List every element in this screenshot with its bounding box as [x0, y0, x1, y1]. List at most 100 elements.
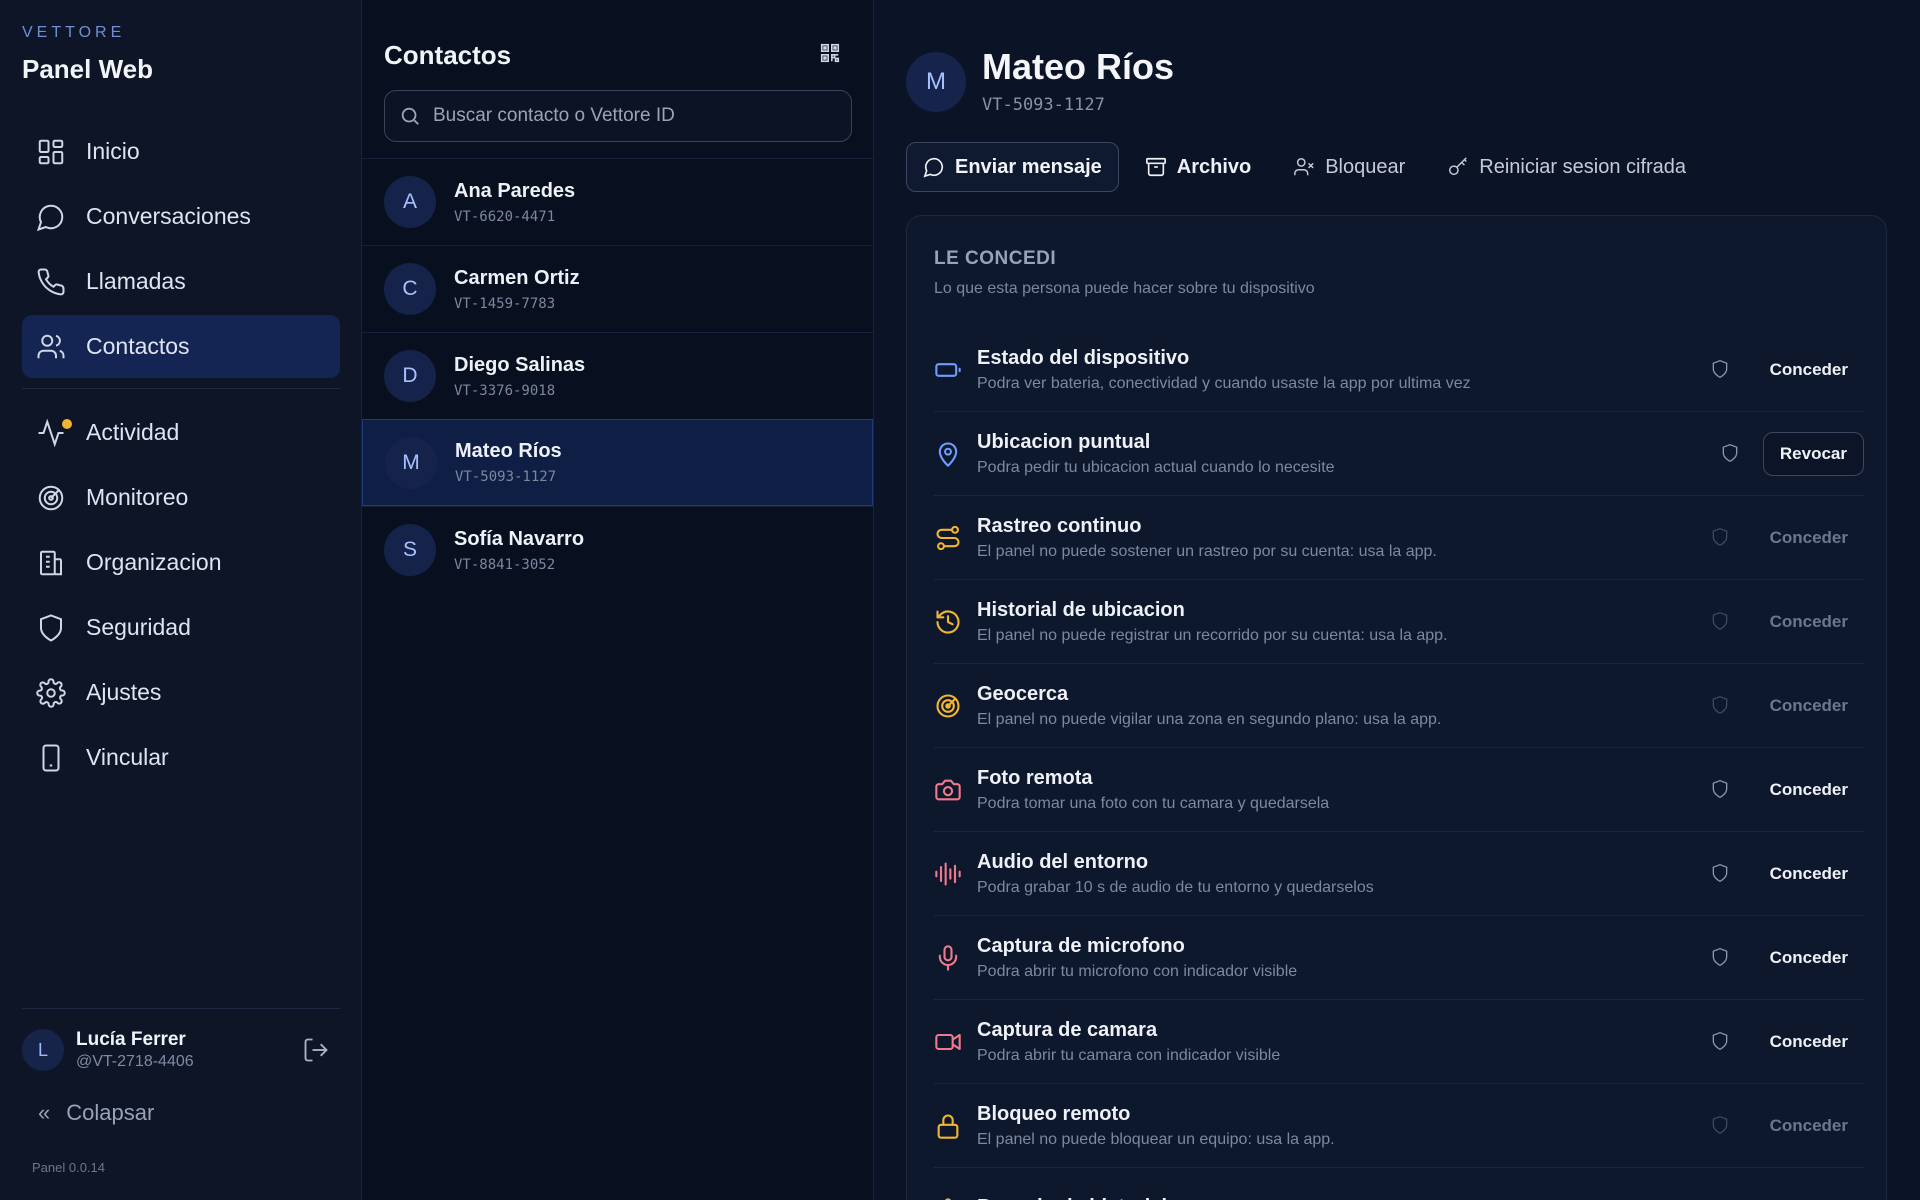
reset-session-label: Reiniciar sesion cifrada [1479, 155, 1687, 178]
sidebar-item-conversaciones[interactable]: Conversaciones [22, 185, 340, 248]
sidebar-item-inicio[interactable]: Inicio [22, 120, 340, 183]
block-label: Bloquear [1325, 155, 1406, 178]
current-user: L Lucía Ferrer @VT-2718-4406 [22, 1027, 340, 1073]
permission-description: Podra abrir tu camara con indicador visi… [977, 1046, 1281, 1064]
user-id: @VT-2718-4406 [76, 1053, 194, 1070]
key-icon [1449, 157, 1468, 176]
notification-dot [62, 419, 72, 429]
avatar: S [384, 524, 436, 576]
archive-label: Archivo [1176, 155, 1252, 178]
contact-item[interactable]: C Carmen Ortiz VT-1459-7783 [362, 245, 873, 332]
version-label: Panel 0.0.14 [32, 1160, 106, 1175]
brand-kicker: VETTORE [22, 24, 126, 41]
send-message-label: Enviar mensaje [955, 155, 1102, 178]
sidebar-item-label: Seguridad [86, 614, 191, 640]
sidebar-item-label: Vincular [86, 744, 169, 770]
revoke-button[interactable]: Revocar [1762, 432, 1864, 476]
contact-detail-id: VT-5093-1127 [982, 95, 1105, 115]
sidebar-item-ajustes[interactable]: Ajustes [22, 661, 340, 724]
grant-button[interactable]: Conceder [1754, 852, 1864, 896]
contact-name: Diego Salinas [454, 353, 586, 376]
sidebar-item-label: Conversaciones [86, 203, 251, 229]
block-button[interactable]: Bloquear [1277, 142, 1421, 192]
permission-title: Bloqueo remoto [977, 1102, 1131, 1125]
sidebar-item-llamadas[interactable]: Llamadas [22, 250, 340, 313]
contact-id: VT-6620-4471 [454, 208, 556, 225]
shield-icon [1712, 359, 1728, 379]
lock-icon [937, 1114, 959, 1139]
contacts-list: A Ana Paredes VT-6620-4471 C Carmen Ortiz… [362, 158, 873, 593]
sidebar-item-monitoreo[interactable]: Monitoreo [22, 466, 340, 529]
qr-code-icon[interactable] [819, 42, 841, 64]
reset-session-button[interactable]: Reiniciar sesion cifrada [1431, 142, 1702, 192]
history-icon [936, 609, 960, 634]
contact-name: Mateo Ríos [455, 440, 562, 462]
contact-item[interactable]: S Sofía Navarro VT-8841-3052 [362, 506, 873, 593]
radar-icon [38, 485, 64, 510]
sidebar-item-label: Llamadas [86, 268, 186, 294]
grant-button: Conceder [1769, 612, 1848, 631]
user-x-icon [1294, 158, 1314, 176]
contacts-title: Contactos [384, 40, 512, 70]
permission-row: Geocerca El panel no puede vigilar una zo… [934, 664, 1864, 748]
warning-icon [944, 1197, 952, 1200]
shield-icon [1712, 527, 1728, 547]
grant-button[interactable]: Conceder [1754, 348, 1864, 392]
sidebar-item-contactos[interactable]: Contactos [22, 315, 340, 378]
sidebar-item-vincular[interactable]: Vincular [22, 726, 340, 789]
phone-icon [37, 267, 65, 295]
nav-divider [22, 388, 340, 389]
send-message-button[interactable]: Enviar mensaje [906, 142, 1119, 192]
contacts-panel: Contactos A Ana Paredes VT-6620-4471 C Ca… [362, 0, 874, 1200]
shield-icon [1712, 611, 1728, 631]
avatar: C [384, 263, 436, 315]
gear-icon [36, 677, 66, 708]
section-title: LE CONCEDI [934, 248, 1057, 269]
permission-title: Captura de microfono [977, 934, 1185, 957]
permission-row: Captura de camara Podra abrir tu camara c… [934, 1000, 1864, 1084]
avatar: M [385, 436, 437, 489]
archive-button[interactable]: Archivo [1129, 142, 1267, 192]
collapse-button[interactable]: « Colapsar [38, 1100, 154, 1126]
sidebar-item-seguridad[interactable]: Seguridad [22, 596, 340, 659]
shield-icon [1712, 779, 1728, 799]
contact-item[interactable]: D Diego Salinas VT-3376-9018 [362, 332, 873, 419]
search-icon [401, 107, 419, 125]
permission-title: Estado del dispositivo [977, 346, 1190, 369]
permission-title: Borrado de historial [977, 1196, 1167, 1200]
sidebar-item-label: Monitoreo [86, 484, 189, 510]
contact-item-selected[interactable]: M Mateo Ríos VT-5093-1127 [362, 419, 873, 506]
battery-icon [935, 362, 961, 377]
sidebar-item-label: Contactos [86, 333, 190, 359]
permission-row: Bloqueo remoto El panel no puede bloquear… [934, 1084, 1864, 1168]
permission-description: Podra grabar 10 s de audio de tu entorno… [977, 878, 1374, 896]
permission-title: Captura de camara [977, 1018, 1158, 1041]
permission-description: El panel no puede bloquear un equipo: us… [977, 1130, 1335, 1148]
permission-row: Ubicacion puntual Podra pedir tu ubicacio… [934, 412, 1864, 496]
grant-button[interactable]: Conceder [1754, 936, 1864, 980]
sidebar-item-label: Ajustes [86, 679, 162, 705]
map-pin-icon [938, 442, 958, 467]
contact-id: VT-5093-1127 [455, 469, 557, 485]
sidebar-item-label: Inicio [86, 138, 140, 164]
contact-actions: Enviar mensaje Archivo Bloquear Reinicia… [906, 142, 1712, 192]
shield-icon [1712, 1115, 1728, 1135]
grant-button[interactable]: Conceder [1754, 768, 1864, 812]
contact-item[interactable]: A Ana Paredes VT-6620-4471 [362, 158, 873, 245]
permission-title: Rastreo continuo [977, 514, 1142, 537]
permission-title: Audio del entorno [977, 850, 1149, 873]
smartphone-icon [42, 744, 60, 771]
logout-icon[interactable] [302, 1036, 330, 1064]
sidebar-item-actividad[interactable]: Actividad [22, 401, 340, 464]
users-icon [37, 334, 65, 358]
contact-id: VT-8841-3052 [454, 556, 556, 573]
shield-icon [1712, 947, 1728, 967]
sidebar-item-organizacion[interactable]: Organizacion [22, 531, 340, 594]
search-input[interactable] [433, 105, 833, 127]
chat-bubble-icon [36, 204, 64, 231]
grant-button[interactable]: Conceder [1754, 1020, 1864, 1064]
permission-description: El panel no puede registrar un recorrido… [977, 626, 1448, 644]
grant-button: Conceder [1769, 528, 1848, 547]
section-subtitle: Lo que esta persona puede hacer sobre tu… [934, 280, 1315, 297]
permission-title: Historial de ubicacion [977, 598, 1185, 621]
